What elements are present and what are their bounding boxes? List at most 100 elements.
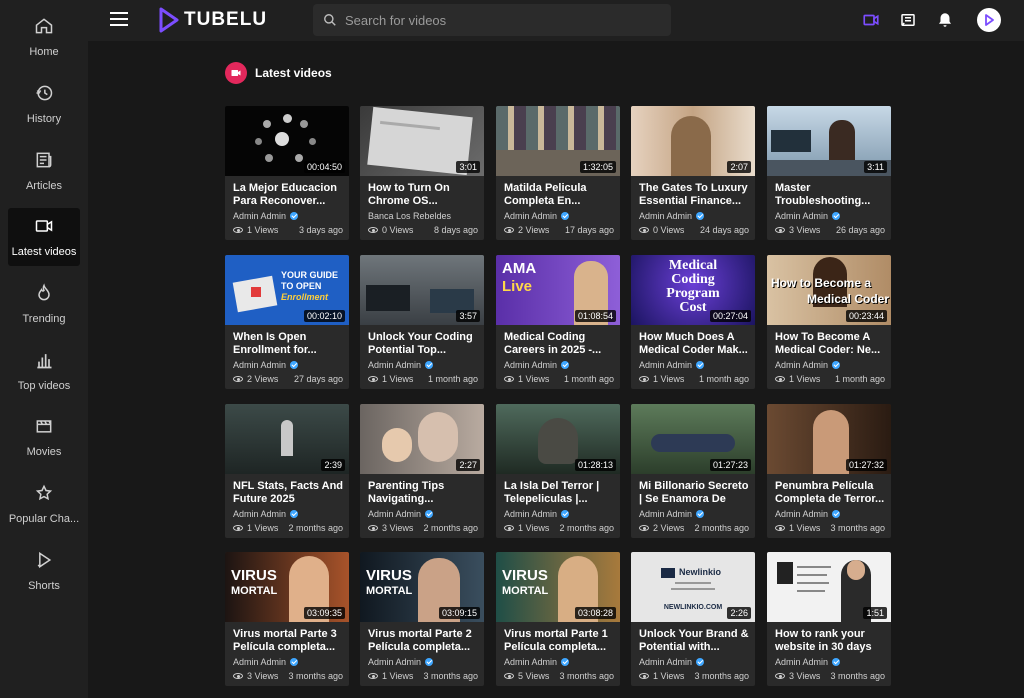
video-duration: 2:07 — [727, 161, 751, 173]
video-title[interactable]: Virus mortal Parte 2 Película completa..… — [368, 628, 480, 654]
video-thumbnail[interactable]: AMA Live 01:08:54 — [496, 255, 620, 325]
video-title[interactable]: Unlock Your Coding Potential Top... — [368, 331, 480, 357]
video-title[interactable]: Penumbra Película Completa de Terror... — [775, 480, 887, 506]
video-card[interactable]: AMA Live 01:08:54 Medical Coding Careers… — [496, 255, 620, 389]
video-card[interactable]: 1:51 How to rank your website in 30 days… — [767, 552, 891, 686]
video-thumbnail[interactable]: 3:01 — [360, 106, 484, 176]
video-thumbnail[interactable]: 3:11 — [767, 106, 891, 176]
video-thumbnail[interactable]: 2:27 — [360, 404, 484, 474]
video-card[interactable]: 01:27:32 Penumbra Película Completa de T… — [767, 404, 891, 538]
video-thumbnail[interactable]: 2:39 — [225, 404, 349, 474]
video-card[interactable]: 1:32:05 Matilda Pelicula Completa En... … — [496, 106, 620, 240]
channel-name[interactable]: Admin Admin — [639, 509, 705, 519]
video-title[interactable]: Virus mortal Parte 1 Película completa..… — [504, 628, 616, 654]
video-title[interactable]: How to rank your website in 30 days — [775, 628, 887, 654]
video-title[interactable]: La Mejor Educacion Para Reconover... — [233, 182, 345, 208]
video-card[interactable]: 00:04:50 La Mejor Educacion Para Reconov… — [225, 106, 349, 240]
video-card[interactable]: Medical Coding Program Cost 00:27:04 How… — [631, 255, 755, 389]
video-title[interactable]: Medical Coding Careers in 2025 -... — [504, 331, 616, 357]
channel-name[interactable]: Admin Admin — [775, 657, 841, 667]
video-thumbnail[interactable]: How to Become a Medical Coder 00:23:44 — [767, 255, 891, 325]
sidebar-item-popular-channels[interactable]: Popular Cha... — [8, 475, 80, 533]
video-card[interactable]: 2:27 Parenting Tips Navigating... Admin … — [360, 404, 484, 538]
video-title[interactable]: The Gates To Luxury Essential Finance... — [639, 182, 751, 208]
video-card[interactable]: VIRUS MORTAL 03:08:28 Virus mortal Parte… — [496, 552, 620, 686]
messages-icon[interactable] — [899, 11, 917, 29]
video-thumbnail[interactable]: Medical Coding Program Cost 00:27:04 — [631, 255, 755, 325]
video-meta: 0 Views 8 days ago — [368, 225, 478, 235]
channel-name[interactable]: Admin Admin — [233, 657, 299, 667]
video-card[interactable]: 2:39 NFL Stats, Facts And Future 2025 Ad… — [225, 404, 349, 538]
channel-name[interactable]: Admin Admin — [368, 509, 434, 519]
channel-name[interactable]: Banca Los Rebeldes — [368, 211, 451, 221]
sidebar-item-articles[interactable]: Articles — [8, 142, 80, 200]
video-title[interactable]: When Is Open Enrollment for... — [233, 331, 345, 357]
channel-name[interactable]: Admin Admin — [639, 360, 705, 370]
video-thumbnail[interactable]: 01:27:23 — [631, 404, 755, 474]
video-thumbnail[interactable]: 1:32:05 — [496, 106, 620, 176]
video-title[interactable]: Parenting Tips Navigating... — [368, 480, 480, 506]
video-thumbnail[interactable]: 00:04:50 — [225, 106, 349, 176]
video-card[interactable]: YOUR GUIDE TO OPEN Enrollment 00:02:10 W… — [225, 255, 349, 389]
channel-name[interactable]: Admin Admin — [639, 211, 705, 221]
channel-name[interactable]: Admin Admin — [775, 509, 841, 519]
video-thumbnail[interactable]: Newlinkio NEWLINKIO.COM 2:26 — [631, 552, 755, 622]
channel-name[interactable]: Admin Admin — [775, 360, 841, 370]
sidebar-item-movies[interactable]: Movies — [8, 408, 80, 466]
channel-name[interactable]: Admin Admin — [504, 509, 570, 519]
video-card[interactable]: 3:57 Unlock Your Coding Potential Top...… — [360, 255, 484, 389]
video-title[interactable]: Virus mortal Parte 3 Película completa..… — [233, 628, 345, 654]
channel-name[interactable]: Admin Admin — [504, 360, 570, 370]
video-card[interactable]: How to Become a Medical Coder 00:23:44 H… — [767, 255, 891, 389]
view-count: 1 Views — [247, 225, 279, 235]
sidebar-item-home[interactable]: Home — [8, 8, 80, 66]
video-card[interactable]: 2:07 The Gates To Luxury Essential Finan… — [631, 106, 755, 240]
video-card[interactable]: 3:01 How to Turn On Chrome OS... Banca L… — [360, 106, 484, 240]
menu-icon[interactable] — [110, 12, 128, 28]
avatar[interactable] — [977, 8, 1001, 32]
video-title[interactable]: Unlock Your Brand & Potential with... — [639, 628, 751, 654]
video-title[interactable]: How Much Does A Medical Coder Mak... — [639, 331, 751, 357]
upload-video-icon[interactable] — [862, 11, 880, 29]
video-thumbnail[interactable]: VIRUS MORTAL 03:09:35 — [225, 552, 349, 622]
video-card[interactable]: 3:11 Master Troubleshooting... Admin Adm… — [767, 106, 891, 240]
video-title[interactable]: How To Become A Medical Coder: Ne... — [775, 331, 887, 357]
video-thumbnail[interactable]: 01:27:32 — [767, 404, 891, 474]
channel-name[interactable]: Admin Admin — [233, 360, 299, 370]
sidebar-item-latest-videos[interactable]: Latest videos — [8, 208, 80, 266]
search-icon[interactable] — [323, 13, 337, 27]
notifications-bell-icon[interactable] — [936, 11, 954, 29]
channel-name[interactable]: Admin Admin — [775, 211, 841, 221]
channel-name[interactable]: Admin Admin — [504, 211, 570, 221]
video-card[interactable]: Newlinkio NEWLINKIO.COM 2:26 Unlock Your… — [631, 552, 755, 686]
video-thumbnail[interactable]: VIRUS MORTAL 03:08:28 — [496, 552, 620, 622]
video-card[interactable]: VIRUS MORTAL 03:09:35 Virus mortal Parte… — [225, 552, 349, 686]
sidebar-item-history[interactable]: History — [8, 75, 80, 133]
video-title[interactable]: La Isla Del Terror | Telepeliculas |... — [504, 480, 616, 506]
logo[interactable]: TUBELU — [158, 7, 267, 33]
sidebar-item-top-videos[interactable]: Top videos — [8, 342, 80, 400]
search-input[interactable] — [345, 12, 645, 28]
sidebar-item-trending[interactable]: Trending — [8, 275, 80, 333]
channel-name[interactable]: Admin Admin — [368, 657, 434, 667]
video-thumbnail[interactable]: 1:51 — [767, 552, 891, 622]
video-thumbnail[interactable]: 2:07 — [631, 106, 755, 176]
video-title[interactable]: Mi Billonario Secreto | Se Enamora De Un… — [639, 480, 751, 506]
sidebar-item-shorts[interactable]: Shorts — [8, 542, 80, 600]
video-title[interactable]: How to Turn On Chrome OS... — [368, 182, 480, 208]
video-card[interactable]: 01:28:13 La Isla Del Terror | Telepelicu… — [496, 404, 620, 538]
video-thumbnail[interactable]: VIRUS MORTAL 03:09:15 — [360, 552, 484, 622]
channel-name[interactable]: Admin Admin — [639, 657, 705, 667]
channel-name[interactable]: Admin Admin — [233, 509, 299, 519]
video-card[interactable]: VIRUS MORTAL 03:09:15 Virus mortal Parte… — [360, 552, 484, 686]
channel-name[interactable]: Admin Admin — [504, 657, 570, 667]
video-thumbnail[interactable]: YOUR GUIDE TO OPEN Enrollment 00:02:10 — [225, 255, 349, 325]
video-title[interactable]: NFL Stats, Facts And Future 2025 — [233, 480, 345, 506]
channel-name[interactable]: Admin Admin — [368, 360, 434, 370]
video-card[interactable]: 01:27:23 Mi Billonario Secreto | Se Enam… — [631, 404, 755, 538]
video-title[interactable]: Master Troubleshooting... — [775, 182, 887, 208]
video-thumbnail[interactable]: 3:57 — [360, 255, 484, 325]
channel-name[interactable]: Admin Admin — [233, 211, 299, 221]
video-title[interactable]: Matilda Pelicula Completa En... — [504, 182, 616, 208]
video-thumbnail[interactable]: 01:28:13 — [496, 404, 620, 474]
